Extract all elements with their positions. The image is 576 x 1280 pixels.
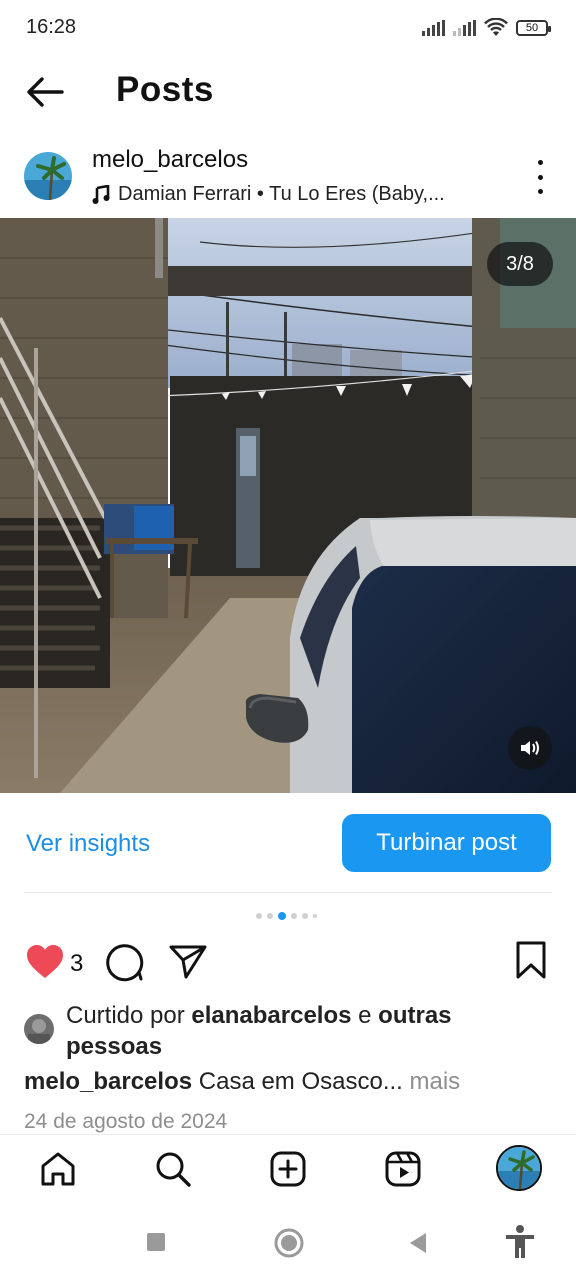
bottom-nav xyxy=(0,1134,576,1205)
sound-toggle-button[interactable] xyxy=(508,726,552,770)
divider xyxy=(24,892,552,893)
liked-by-user[interactable]: elanabarcelos xyxy=(191,1002,351,1029)
nav-search[interactable] xyxy=(151,1147,195,1191)
back-arrow-icon[interactable] xyxy=(22,72,66,112)
comment-icon[interactable] xyxy=(104,942,144,982)
post-caption: melo_barcelos Casa em Osasco... mais xyxy=(24,1068,460,1096)
accessibility-icon[interactable] xyxy=(504,1224,536,1260)
view-insights-link[interactable]: Ver insights xyxy=(26,830,150,858)
back-triangle-icon[interactable] xyxy=(408,1232,428,1254)
caption-text: Casa em Osasco... xyxy=(192,1068,410,1095)
liked-by-mid: e xyxy=(351,1002,379,1029)
liked-by-prefix: Curtido por xyxy=(66,1002,192,1029)
carousel-dot xyxy=(256,913,262,919)
avatar[interactable] xyxy=(24,152,72,200)
post-date: 24 de agosto de 2024 xyxy=(24,1110,228,1133)
carousel-dot-active xyxy=(278,912,286,920)
nav-home[interactable] xyxy=(36,1147,80,1191)
liked-by-text[interactable]: Curtido por elanabarcelos e outras pesso… xyxy=(66,1000,536,1062)
signal-icon xyxy=(453,20,476,36)
nav-reels[interactable] xyxy=(381,1147,425,1191)
status-icons: 50 xyxy=(422,16,551,40)
carousel-dot xyxy=(302,913,308,919)
caption-username[interactable]: melo_barcelos xyxy=(24,1068,192,1095)
page-title: Posts xyxy=(116,70,214,109)
share-icon[interactable] xyxy=(168,942,208,982)
signal-icon xyxy=(422,20,445,36)
liker-avatar[interactable] xyxy=(24,1014,54,1044)
create-icon xyxy=(270,1151,306,1187)
carousel-dot xyxy=(313,914,317,918)
music-note-icon xyxy=(92,184,110,204)
more-options-icon[interactable] xyxy=(528,160,552,194)
recents-icon[interactable] xyxy=(146,1232,166,1252)
home-circle-icon[interactable] xyxy=(274,1228,304,1258)
post-photo[interactable] xyxy=(0,218,576,793)
home-icon xyxy=(41,1152,75,1186)
carousel-dot xyxy=(291,913,297,919)
nav-profile-avatar[interactable] xyxy=(496,1145,542,1191)
post-username[interactable]: melo_barcelos xyxy=(92,146,248,174)
carousel-indicator xyxy=(256,912,317,920)
caption-more-link[interactable]: mais xyxy=(410,1068,461,1095)
music-info[interactable]: Damian Ferrari • Tu Lo Eres (Baby,... xyxy=(92,183,512,206)
carousel-dot xyxy=(267,913,273,919)
nav-create[interactable] xyxy=(266,1147,310,1191)
battery-icon: 50 xyxy=(516,20,551,36)
system-nav-bar xyxy=(0,1204,576,1280)
boost-post-button[interactable]: Turbinar post xyxy=(342,814,551,872)
reels-icon xyxy=(385,1151,421,1187)
bookmark-icon[interactable] xyxy=(512,940,550,980)
like-count[interactable]: 3 xyxy=(70,950,83,978)
speaker-icon xyxy=(521,740,539,756)
wifi-icon xyxy=(484,18,508,36)
music-label: Damian Ferrari • Tu Lo Eres (Baby,... xyxy=(118,183,445,205)
heart-icon[interactable] xyxy=(26,944,64,980)
slide-counter: 3/8 xyxy=(487,242,553,286)
search-icon xyxy=(156,1152,191,1187)
status-time: 16:28 xyxy=(26,16,77,38)
